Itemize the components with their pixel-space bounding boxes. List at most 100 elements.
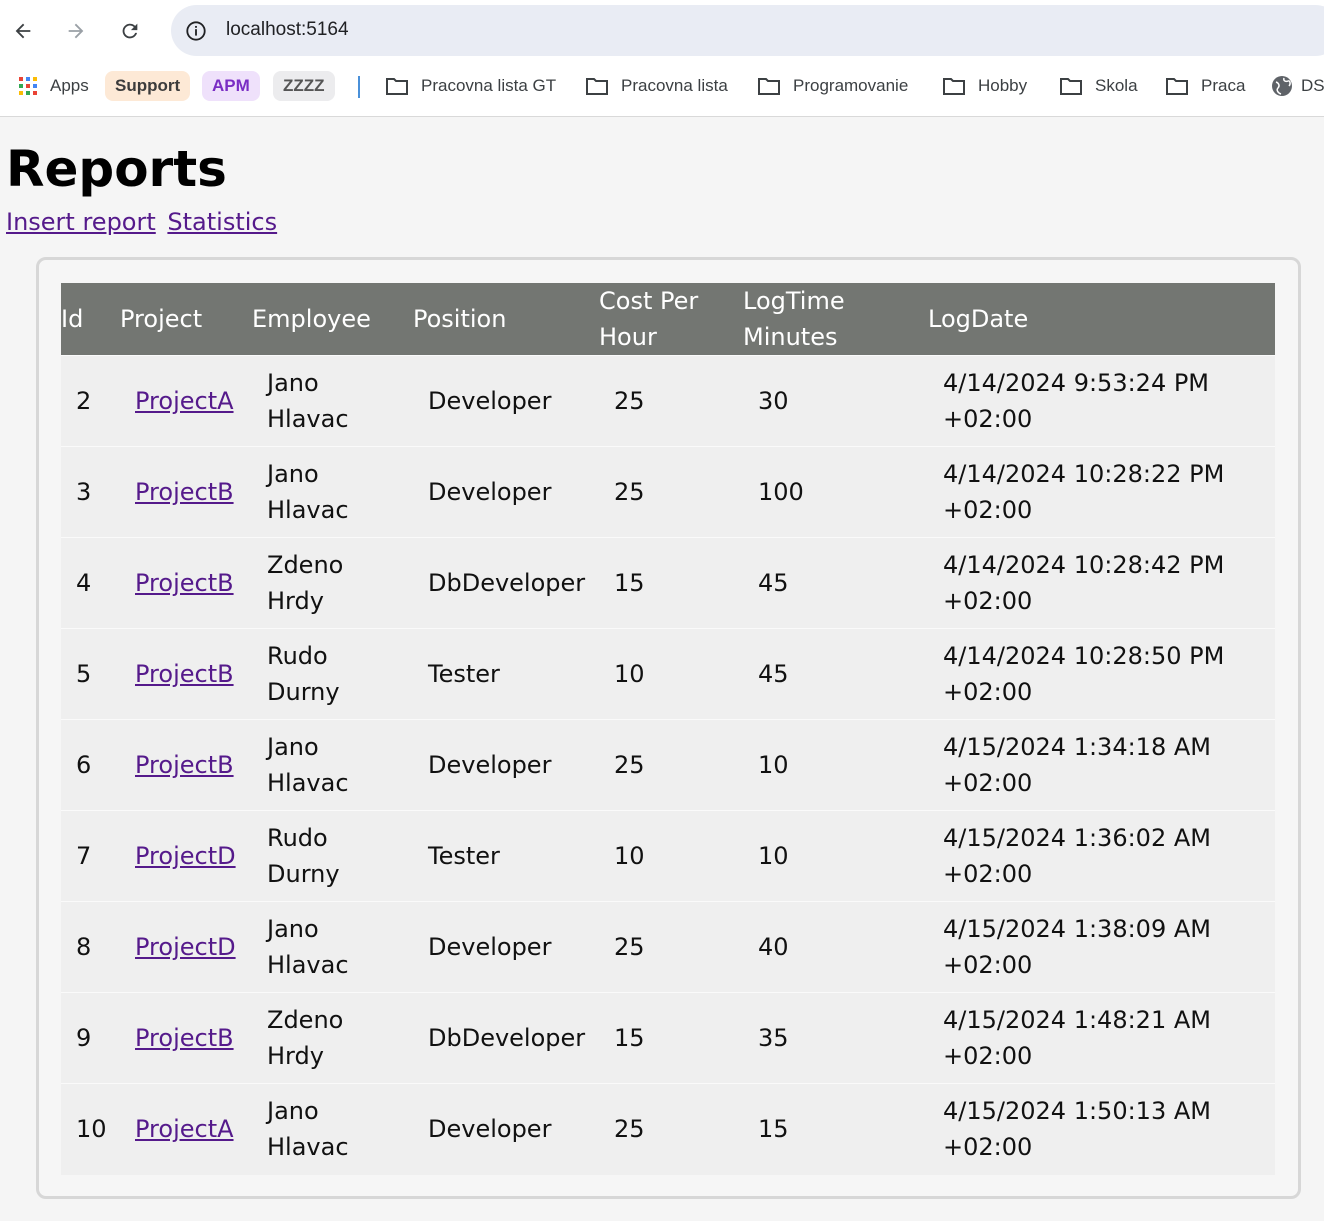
project-link[interactable]: ProjectB [135,478,234,506]
cell-employee: Zdeno Hrdy [252,537,413,629]
cell-id: 8 [61,901,120,993]
table-header-row: Id Project Employee Position Cost Per Hou… [61,283,1275,356]
cell-cost: 25 [599,355,743,447]
folder-icon [385,75,409,97]
cell-project: ProjectD [120,901,252,993]
bookmark-folder[interactable]: Praca [1165,71,1245,101]
logdate-offset: +02:00 [943,951,1033,979]
column-header-project: Project [120,305,203,333]
bookmark-apps[interactable]: Apps [18,71,89,101]
employee-first-name: Jano [267,915,319,943]
bookmark-folder[interactable]: Hobby [942,71,1027,101]
cell-project: ProjectA [120,1083,252,1175]
cell-logtime: 45 [743,628,928,720]
logdate-offset: +02:00 [943,405,1033,433]
cell-logdate: 4/15/2024 1:36:02 AM +02:00 [928,810,1275,902]
address-bar[interactable]: localhost:5164 [171,5,1324,56]
employee-first-name: Jano [267,369,319,397]
back-button[interactable] [6,14,40,48]
info-icon[interactable] [185,20,207,42]
logdate-offset: +02:00 [943,769,1033,797]
cell-logdate: 4/15/2024 1:38:09 AM +02:00 [928,901,1275,993]
bookmark-folder[interactable]: Skola [1059,71,1138,101]
bookmark-apm[interactable]: APM [202,71,260,101]
reports-table: Id Project Employee Position Cost Per Hou… [61,283,1275,1175]
employee-last-name: Hlavac [267,951,349,979]
cell-logdate: 4/14/2024 9:53:24 PM +02:00 [928,355,1275,447]
cell-project: ProjectB [120,628,252,720]
cell-logtime: 10 [743,810,928,902]
cell-project: ProjectB [120,537,252,629]
header-line: LogTime [743,287,845,315]
cell-position: Developer [413,901,599,993]
cell-id: 10 [61,1083,120,1175]
bookmark-folder[interactable]: Pracovna lista GT [385,71,556,101]
project-link[interactable]: ProjectA [135,1115,234,1143]
employee-last-name: Durny [267,678,340,706]
project-link[interactable]: ProjectA [135,387,234,415]
table-row: 8 ProjectD Jano Hlavac Developer 25 40 4/15/202… [61,901,1275,993]
cell-cost: 10 [599,810,743,902]
statistics-link[interactable]: Statistics [167,208,277,236]
cell-position: Developer [413,1083,599,1175]
employee-first-name: Rudo [267,642,328,670]
employee-first-name: Zdeno [267,551,344,579]
column-header-employee: Employee [252,305,371,333]
cell-project: ProjectB [120,719,252,811]
globe-icon [1271,75,1293,97]
cell-logtime: 35 [743,992,928,1084]
cell-cost: 25 [599,446,743,538]
cell-employee: Jano Hlavac [252,1083,413,1175]
bookmark-folder[interactable]: Pracovna lista [585,71,728,101]
cell-cost: 25 [599,719,743,811]
cell-logtime: 100 [743,446,928,538]
employee-last-name: Hrdy [267,587,324,615]
table-row: 4 ProjectB Zdeno Hrdy DbDeveloper 15 45 4/14/20… [61,537,1275,629]
employee-first-name: Jano [267,1097,319,1126]
project-link[interactable]: ProjectB [135,1024,234,1052]
bookmark-folder[interactable]: Programovanie [757,71,908,101]
cell-employee: Jano Hlavac [252,355,413,447]
bookmark-label: Praca [1201,76,1246,95]
bookmark-zzzz[interactable]: ZZZZ [273,71,335,101]
insert-report-link[interactable]: Insert report [6,208,156,236]
project-link[interactable]: ProjectB [135,751,234,779]
cell-logtime: 30 [743,355,928,447]
employee-last-name: Durny [267,860,340,888]
logdate-offset: +02:00 [943,496,1033,524]
project-link[interactable]: ProjectD [135,842,236,870]
employee-first-name: Jano [267,460,319,488]
project-link[interactable]: ProjectB [135,569,234,597]
folder-icon [1165,75,1189,97]
column-header-logdate: LogDate [928,305,1029,333]
cell-position: Developer [413,355,599,447]
bookmark-support[interactable]: Support [105,71,191,101]
forward-button[interactable] [59,14,93,48]
logdate-datetime: 4/15/2024 1:34:18 AM [943,733,1211,761]
cell-project: ProjectD [120,810,252,902]
bookmarks-bar: Apps Support APM ZZZZ Pracovna lista GT … [0,66,1324,106]
project-link[interactable]: ProjectB [135,660,234,688]
cell-id: 6 [61,719,120,811]
cell-logtime: 45 [743,537,928,629]
column-header-cost: Cost Per Hour [599,283,743,356]
logdate-datetime: 4/15/2024 1:50:13 AM [943,1097,1211,1126]
page-links: Insert report Statistics [6,208,281,236]
cell-employee: Rudo Durny [252,628,413,720]
cell-position: DbDeveloper [413,537,599,629]
employee-first-name: Jano [267,733,319,761]
reload-button[interactable] [113,14,147,48]
header-line: Minutes [743,323,838,351]
bookmark-label: Pracovna lista [621,76,728,95]
project-link[interactable]: ProjectD [135,933,236,961]
cell-logdate: 4/14/2024 10:28:50 PM +02:00 [928,628,1275,720]
table-row: 10 ProjectA Jano Hlavac Developer 25 15 4/15/20… [61,1083,1275,1175]
cell-cost: 25 [599,901,743,993]
cell-position: Tester [413,628,599,720]
cell-logdate: 4/15/2024 1:48:21 AM +02:00 [928,992,1275,1084]
employee-last-name: Hlavac [267,405,349,433]
url-text[interactable]: localhost:5164 [226,19,349,41]
bookmark-ds[interactable]: DS [1271,71,1324,101]
logdate-offset: +02:00 [943,587,1033,615]
cell-id: 5 [61,628,120,720]
